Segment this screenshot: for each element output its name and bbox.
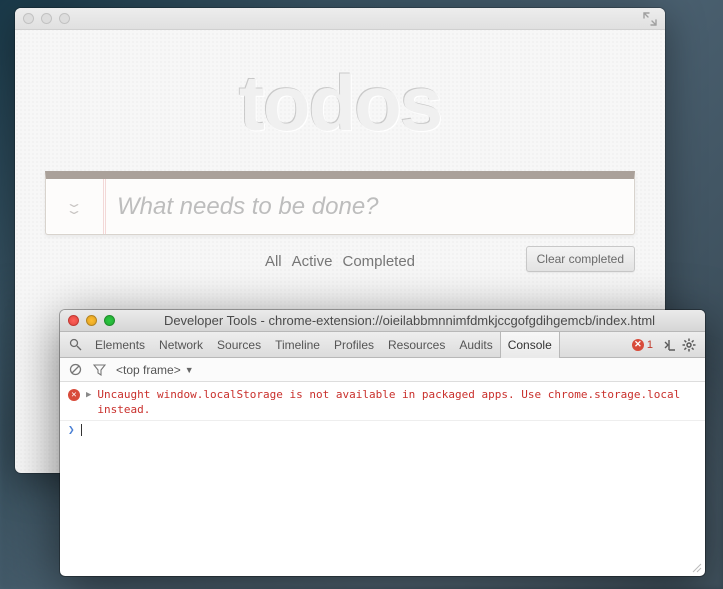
devtools-titlebar[interactable]: Developer Tools - chrome-extension://oie… [60,310,705,332]
filter-active[interactable]: Active [292,253,333,270]
console-toolbar: <top frame> ▼ [60,358,705,382]
chevron-down-icon: ▼ [185,365,194,375]
frame-selector-label: <top frame> [116,363,181,377]
fullscreen-icon[interactable] [643,12,657,26]
tab-audits[interactable]: Audits [452,332,499,358]
prompt-caret-icon: ❯ [68,423,75,436]
console-prompt[interactable]: ❯ [60,421,705,440]
error-badge-icon: ✕ [632,339,644,351]
expand-caret-icon[interactable]: ▶ [86,390,91,400]
toggle-all-icon[interactable]: ⌄⌄ [46,201,103,213]
app-title: todos [45,58,635,149]
settings-icon[interactable] [679,338,699,352]
app-titlebar[interactable] [15,8,665,30]
error-message: Uncaught window.localStorage is not avai… [97,388,697,418]
tab-profiles[interactable]: Profiles [327,332,381,358]
text-cursor [81,424,82,436]
traffic-lights [23,13,70,24]
error-count-number: 1 [647,339,653,351]
devtools-window: Developer Tools - chrome-extension://oie… [60,310,705,576]
error-count[interactable]: ✕ 1 [632,339,653,351]
filter-all[interactable]: All [265,253,282,270]
resize-grip-icon[interactable] [690,561,702,573]
clear-console-icon[interactable] [68,363,82,376]
console-error-row[interactable]: ✕ ▶ Uncaught window.localStorage is not … [60,386,705,420]
new-todo-input[interactable] [103,179,634,234]
todo-input-card: ⌄⌄ [45,171,635,235]
tab-resources[interactable]: Resources [381,332,452,358]
devtools-title: Developer Tools - chrome-extension://oie… [122,313,697,328]
close-icon[interactable] [68,315,79,326]
minimize-icon[interactable] [41,13,52,24]
todo-footer: All Active Completed Clear completed [45,247,635,275]
frame-selector[interactable]: <top frame> ▼ [116,363,194,377]
error-icon: ✕ [68,389,80,401]
tab-timeline[interactable]: Timeline [268,332,327,358]
filter-completed[interactable]: Completed [342,253,415,270]
inspect-icon[interactable] [66,338,84,351]
close-icon[interactable] [23,13,34,24]
devtools-tabbar: Elements Network Sources Timeline Profil… [60,332,705,358]
app-body: todos ⌄⌄ All Active Completed Clear comp… [15,30,665,275]
filter-icon[interactable] [92,363,106,376]
tab-elements[interactable]: Elements [88,332,152,358]
zoom-icon[interactable] [59,13,70,24]
tab-network[interactable]: Network [152,332,210,358]
minimize-icon[interactable] [86,315,97,326]
tab-sources[interactable]: Sources [210,332,268,358]
tab-console[interactable]: Console [500,332,560,358]
clear-completed-button[interactable]: Clear completed [526,246,635,272]
filter-group: All Active Completed [265,253,415,270]
console-output[interactable]: ✕ ▶ Uncaught window.localStorage is not … [60,382,705,576]
zoom-icon[interactable] [104,315,115,326]
toggle-drawer-icon[interactable] [659,338,679,352]
